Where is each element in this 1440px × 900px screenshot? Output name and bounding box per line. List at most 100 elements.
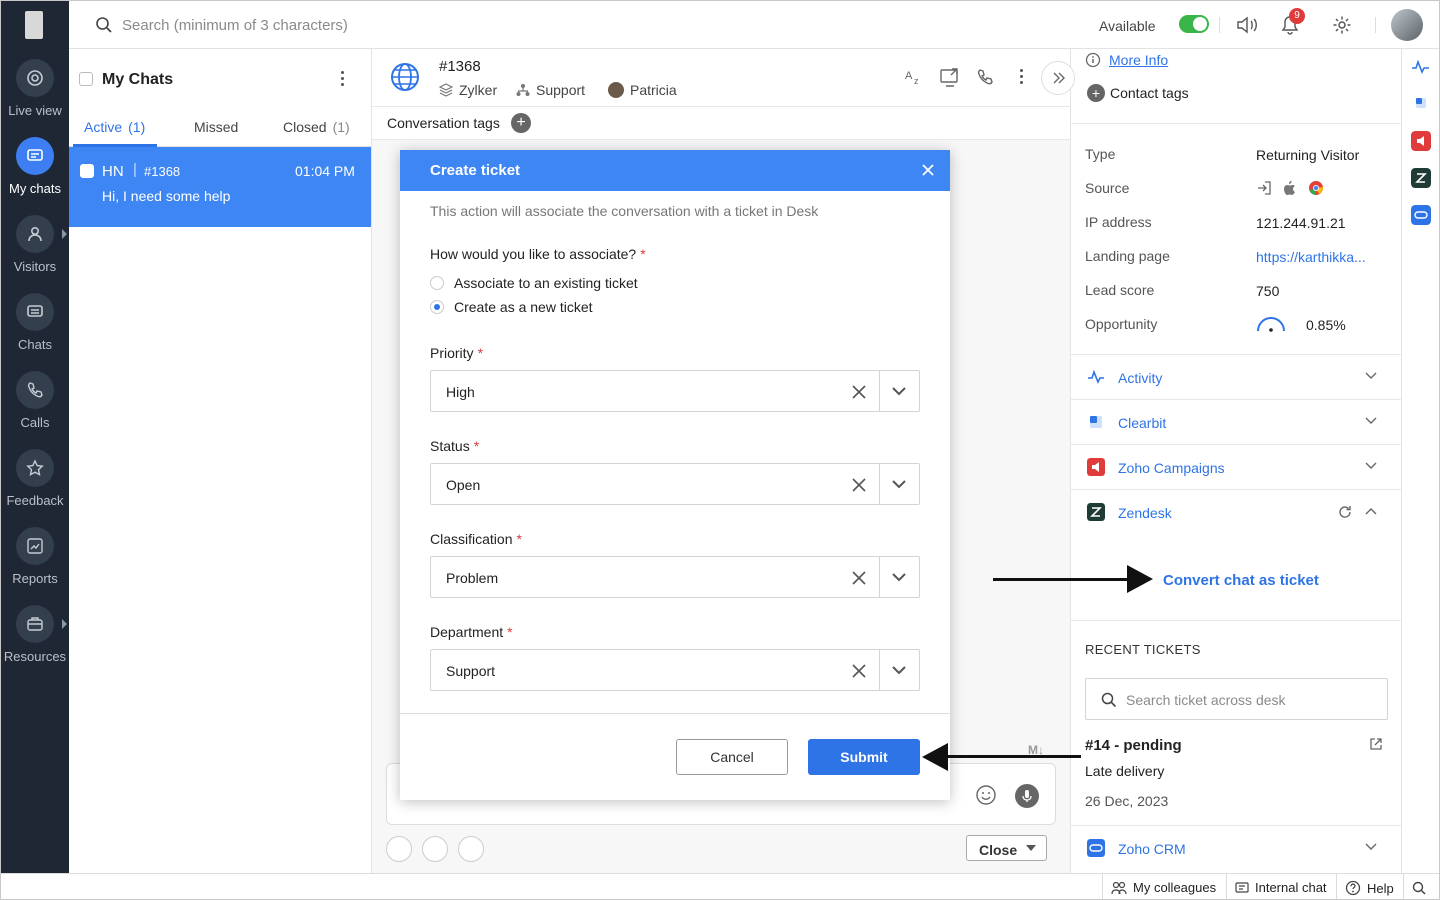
recent-tickets-heading: RECENT TICKETS	[1085, 642, 1201, 657]
user-avatar[interactable]	[1391, 9, 1423, 41]
radio-existing-ticket-label[interactable]: Associate to an existing ticket	[454, 275, 638, 291]
help-label: Help	[1367, 880, 1394, 896]
add-contact-tag-icon[interactable]: +	[1087, 84, 1105, 102]
screen-share-icon[interactable]	[939, 67, 961, 87]
close-chat-label: Close	[979, 842, 1018, 858]
section-zendesk-label[interactable]: Zendesk	[1118, 505, 1172, 521]
clearbit-icon[interactable]	[1411, 93, 1431, 113]
classification-select[interactable]: Problem	[430, 556, 920, 598]
required-asterisk: *	[473, 438, 480, 454]
phone-icon[interactable]	[976, 68, 994, 86]
translate-icon[interactable]: Az	[904, 68, 924, 86]
settings-gear-icon[interactable]	[1332, 15, 1352, 35]
bottom-status-bar: My colleagues Internal chat Help	[1, 873, 1439, 899]
conversation-more-icon[interactable]	[1020, 69, 1023, 84]
radio-new-ticket[interactable]	[430, 300, 444, 314]
cancel-button[interactable]: Cancel	[676, 739, 788, 775]
chevron-down-icon[interactable]	[892, 665, 906, 675]
select-all-checkbox[interactable]	[79, 72, 93, 86]
nav-calls[interactable]: Calls	[1, 371, 69, 430]
clear-icon[interactable]	[851, 570, 867, 586]
sound-icon[interactable]	[1235, 15, 1261, 35]
dialog-title: Create ticket	[430, 162, 521, 179]
priority-select[interactable]: High	[430, 370, 920, 412]
section-activity[interactable]: Activity	[1071, 354, 1402, 399]
chat-time: 01:04 PM	[295, 163, 355, 179]
chat-list-title: My Chats	[102, 71, 174, 88]
tab-closed[interactable]: Closed (1)	[283, 119, 350, 135]
tab-active[interactable]: Active (1)	[84, 119, 145, 135]
search-icon[interactable]	[1412, 881, 1426, 895]
clear-icon[interactable]	[851, 384, 867, 400]
section-zoho-campaigns[interactable]: Zoho Campaigns	[1071, 444, 1402, 489]
nav-feedback[interactable]: Feedback	[1, 449, 69, 508]
tab-missed[interactable]: Missed	[194, 119, 238, 135]
dialog-description: This action will associate the conversat…	[430, 203, 819, 219]
status-select[interactable]: Open	[430, 463, 920, 505]
zendesk-icon[interactable]	[1411, 168, 1431, 188]
chat-select-checkbox[interactable]	[80, 164, 94, 178]
nav-resources[interactable]: Resources	[1, 605, 69, 664]
chat-list-item[interactable]: HN | #1368 01:04 PM Hi, I need some help	[69, 147, 371, 227]
status-label-text: Status	[430, 438, 470, 454]
internal-chat-label: Internal chat	[1255, 880, 1327, 895]
ticket-search-input[interactable]: Search ticket across desk	[1085, 678, 1388, 720]
status-label: Status *	[430, 438, 479, 454]
more-info-link[interactable]: More Info	[1109, 52, 1168, 68]
department-select[interactable]: Support	[430, 649, 920, 691]
priority-label-text: Priority	[430, 345, 474, 361]
nav-visitors[interactable]: Visitors	[1, 215, 69, 274]
bot-icon[interactable]	[458, 836, 484, 862]
external-link-icon[interactable]	[1369, 737, 1383, 751]
close-chat-button[interactable]: Close	[966, 835, 1047, 861]
zoho-crm-icon[interactable]	[1411, 205, 1431, 225]
clear-icon[interactable]	[851, 477, 867, 493]
department-icon	[516, 84, 530, 96]
help-button[interactable]: Help	[1345, 880, 1394, 896]
chevron-down-icon[interactable]	[892, 386, 906, 396]
nav-reports[interactable]: Reports	[1, 527, 69, 586]
integrations-bar	[1401, 49, 1439, 873]
activity-pulse-icon[interactable]	[1411, 57, 1431, 77]
section-zoho-campaigns-label: Zoho Campaigns	[1118, 460, 1225, 476]
zoho-campaigns-icon[interactable]	[1411, 131, 1431, 151]
section-zoho-crm[interactable]: Zoho CRM	[1071, 825, 1402, 870]
chevron-down-icon[interactable]	[892, 572, 906, 582]
canned-response-icon[interactable]	[386, 836, 412, 862]
convert-chat-as-ticket-link[interactable]: Convert chat as ticket	[1163, 572, 1319, 589]
chevron-down-icon[interactable]	[892, 479, 906, 489]
nav-my-chats[interactable]: My chats	[1, 137, 69, 196]
radio-new-ticket-label[interactable]: Create as a new ticket	[454, 299, 593, 315]
internal-chat-button[interactable]: Internal chat	[1235, 880, 1327, 895]
opportunity-gauge-icon	[1257, 317, 1285, 332]
divider	[1336, 874, 1337, 899]
microphone-icon[interactable]	[1015, 784, 1039, 808]
close-icon[interactable]	[920, 162, 936, 178]
apple-icon	[1284, 180, 1295, 195]
chats-icon	[16, 293, 54, 331]
nav-chats[interactable]: Chats	[1, 293, 69, 352]
clear-icon[interactable]	[851, 663, 867, 679]
availability-toggle[interactable]	[1179, 15, 1209, 33]
section-activity-label: Activity	[1118, 370, 1163, 386]
transfer-icon[interactable]	[422, 836, 448, 862]
submit-button[interactable]: Submit	[808, 739, 920, 775]
nav-live-view[interactable]: Live view	[1, 59, 69, 118]
more-options-icon[interactable]	[341, 71, 344, 86]
visitors-icon	[16, 215, 54, 253]
ticket-title[interactable]: #14 - pending	[1085, 737, 1182, 754]
zoho-crm-icon	[1087, 839, 1105, 857]
emoji-icon[interactable]	[975, 784, 997, 806]
landing-page-link[interactable]: https://karthikka...	[1256, 249, 1366, 265]
department-label-text: Department	[430, 624, 504, 640]
refresh-icon[interactable]	[1338, 505, 1352, 519]
expand-panel-button[interactable]	[1041, 61, 1075, 95]
global-search-input[interactable]: Search (minimum of 3 characters)	[122, 17, 348, 34]
radio-existing-ticket[interactable]	[430, 276, 444, 290]
add-tag-plus-icon[interactable]: +	[511, 113, 531, 133]
conversation-number: #1368	[439, 58, 481, 75]
section-clearbit[interactable]: Clearbit	[1071, 399, 1402, 444]
my-colleagues-button[interactable]: My colleagues	[1111, 880, 1216, 895]
live-view-icon	[16, 59, 54, 97]
chevron-up-icon[interactable]	[1365, 507, 1377, 515]
